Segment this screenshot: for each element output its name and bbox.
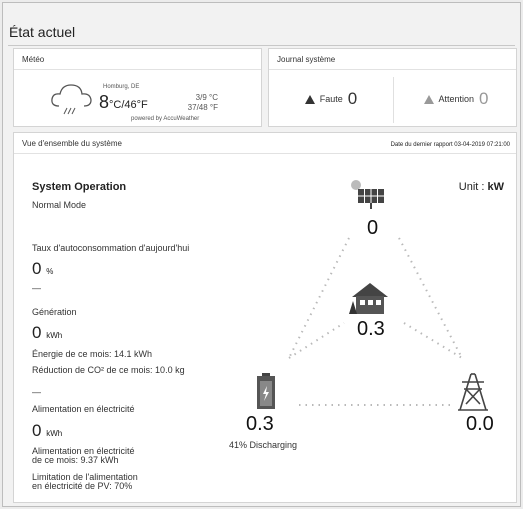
weather-powered-by: powered by AccuWeather: [131, 116, 200, 122]
battery-status: 41% Discharging: [229, 440, 298, 450]
battery-icon: [257, 373, 275, 409]
fault-indicator[interactable]: Faute 0: [269, 79, 393, 119]
flow-line-pv-grid: [398, 237, 463, 359]
system-log-header: Journal système: [269, 49, 516, 70]
title-divider: [8, 45, 515, 46]
weather-minmax: 3/9 °C 37/48 °F: [187, 93, 218, 112]
weather-card: Météo Homburg, DE 8°C/46°F 3/9 °C 37/48 …: [13, 48, 262, 127]
home-consumption-value: 0.3: [357, 318, 385, 340]
pv-power-value: 0: [367, 217, 379, 239]
system-overview-card: Vue d'ensemble du système Date du dernie…: [13, 132, 517, 503]
warning-indicator[interactable]: Attention 0: [394, 79, 518, 119]
battery-power-value: 0.3: [246, 413, 274, 435]
fault-count: 0: [347, 89, 358, 108]
system-log-card: Journal système Faute 0 Attention 0: [268, 48, 517, 127]
grid-power-value: 0.0: [466, 413, 494, 435]
house-icon: [349, 283, 388, 314]
flow-line-pv-battery: [288, 237, 350, 359]
flow-line-home-grid: [403, 322, 463, 359]
solar-panel-icon: [351, 180, 384, 209]
fault-label: Faute: [319, 94, 343, 104]
transmission-tower-icon: [458, 373, 488, 411]
flow-line-battery-home: [288, 322, 345, 359]
warning-label: Attention: [438, 94, 475, 104]
weather-temperature: 8°C/46°F: [99, 92, 148, 112]
warning-count: 0: [479, 89, 489, 108]
weather-location: Homburg, DE: [103, 84, 140, 90]
weather-header: Météo: [14, 49, 261, 70]
attention-triangle-icon: [423, 94, 434, 104]
page-title: État actuel: [9, 24, 76, 40]
warning-triangle-icon: [304, 94, 315, 104]
cloud-rain-icon: [51, 84, 92, 115]
